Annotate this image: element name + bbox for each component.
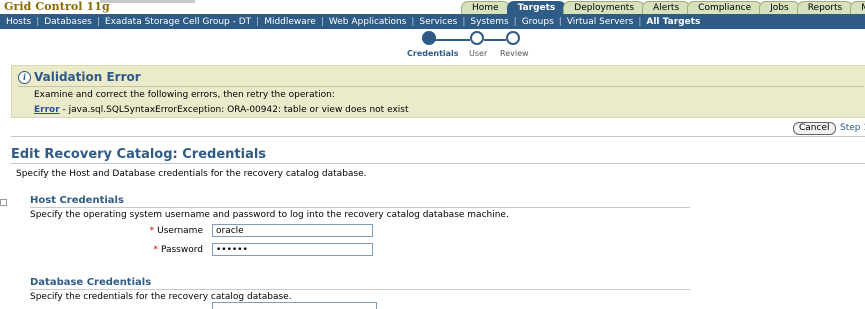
required-icon: * <box>149 226 155 236</box>
subnav-web-applications[interactable]: Web Applications <box>329 17 406 27</box>
page-description: Specify the Host and Database credential… <box>16 169 367 179</box>
subnav-databases[interactable]: Databases <box>44 17 92 27</box>
subnav-separator: | <box>36 16 40 27</box>
username-input[interactable] <box>212 224 373 237</box>
username-label-text: Username <box>157 226 203 236</box>
train-step-review-label: Review <box>500 49 529 58</box>
tab-alerts[interactable]: Alerts <box>642 1 691 15</box>
subnav-separator: | <box>462 16 466 27</box>
error-title: Validation Error <box>34 70 141 84</box>
subnav-services[interactable]: Services <box>419 17 457 27</box>
tab-jobs[interactable]: Jobs <box>759 1 800 15</box>
train-step-credentials-label: Credentials <box>407 49 459 58</box>
info-icon: i <box>18 70 31 84</box>
subnav-separator: | <box>96 16 100 27</box>
subnav-separator: | <box>638 16 642 27</box>
train-connector <box>484 39 506 41</box>
error-link[interactable]: Error <box>34 105 60 115</box>
main-tabs: Home Targets Deployments Alerts Complian… <box>461 1 865 15</box>
subnav-groups[interactable]: Groups <box>522 17 554 27</box>
error-message: - java.sql.SQLSyntaxErrorException: ORA-… <box>59 105 409 115</box>
subnav-hosts[interactable]: Hosts <box>6 17 31 27</box>
divider <box>11 136 865 137</box>
train-step-user-marker <box>470 31 484 45</box>
tab-my-oracle[interactable]: My Or <box>850 1 865 15</box>
subnav-middleware[interactable]: Middleware <box>264 17 316 27</box>
focus-marker <box>0 199 7 206</box>
host-credentials-description: Specify the operating system username an… <box>30 210 509 220</box>
error-divider <box>18 86 864 87</box>
subnav-separator: | <box>256 16 260 27</box>
page-title: Edit Recovery Catalog: Credentials <box>11 147 267 162</box>
cancel-button[interactable]: Cancel <box>793 122 836 135</box>
train-step-review-marker <box>506 31 520 45</box>
subnav-exadata[interactable]: Exadata Storage Cell Group - DT <box>105 17 251 27</box>
tab-reports[interactable]: Reports <box>796 1 854 15</box>
password-input[interactable] <box>212 243 373 256</box>
header-strip <box>100 0 195 3</box>
tab-compliance[interactable]: Compliance <box>687 1 763 15</box>
password-label: * Password <box>143 245 203 255</box>
database-credentials-title: Database Credentials <box>30 277 152 288</box>
subnav-virtual-servers[interactable]: Virtual Servers <box>567 17 633 27</box>
app-brand: Grid Control 11g <box>4 0 110 13</box>
tab-deployments[interactable]: Deployments <box>563 1 646 15</box>
subnav-separator: | <box>320 16 324 27</box>
title-divider <box>11 163 865 164</box>
step-indicator: Step 1 <box>840 123 865 133</box>
train-step-user-label: User <box>469 49 488 58</box>
host-credentials-title: Host Credentials <box>30 195 124 206</box>
host-credentials-divider <box>30 207 690 208</box>
validation-error-box: i Validation Error Examine and correct t… <box>11 65 865 118</box>
password-label-text: Password <box>160 245 203 255</box>
subnav-separator: | <box>558 16 562 27</box>
required-icon: * <box>153 245 158 255</box>
targets-subnav: Hosts | Databases | Exadata Storage Cell G… <box>0 14 865 29</box>
wizard-train: Credentials User Review <box>407 31 540 61</box>
subnav-systems[interactable]: Systems <box>470 17 508 27</box>
database-credentials-description: Specify the credentials for the recovery… <box>30 292 292 302</box>
error-instructions: Examine and correct the following errors… <box>34 90 335 100</box>
train-step-credentials-marker <box>422 31 436 45</box>
error-detail: Error - java.sql.SQLSyntaxErrorException… <box>34 105 409 115</box>
tab-home[interactable]: Home <box>461 1 510 15</box>
subnav-all-targets[interactable]: All Targets <box>646 17 700 27</box>
username-label: * Username <box>143 226 203 236</box>
subnav-separator: | <box>411 16 415 27</box>
database-credentials-divider <box>30 289 690 290</box>
train-connector <box>434 39 470 41</box>
subnav-separator: | <box>513 16 517 27</box>
error-heading: i Validation Error <box>18 70 141 84</box>
tab-targets[interactable]: Targets <box>506 1 567 15</box>
